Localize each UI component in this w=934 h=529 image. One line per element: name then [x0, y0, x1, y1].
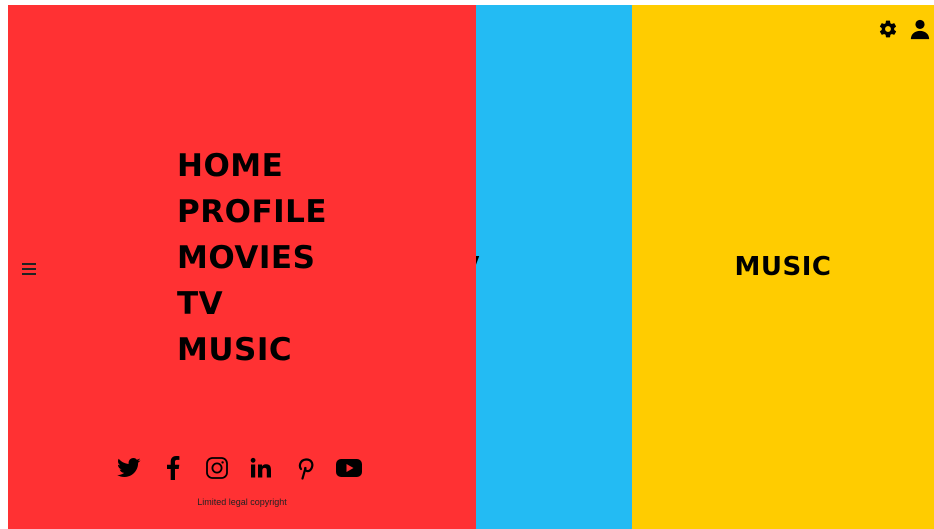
nav-item-profile[interactable]: PROFILE — [177, 189, 327, 235]
nav-menu: HOME PROFILE MOVIES TV MUSIC — [177, 143, 327, 373]
nav-item-tv[interactable]: TV — [177, 281, 327, 327]
hamburger-icon[interactable] — [22, 263, 38, 277]
app-stage: TV MUSIC HOME PROFILE MOVIES TV MUSIC — [8, 5, 934, 529]
user-icon[interactable] — [908, 17, 932, 41]
copyright-text: Limited legal copyright — [197, 497, 287, 507]
gear-icon[interactable] — [876, 17, 900, 41]
nav-item-music[interactable]: MUSIC — [177, 327, 327, 373]
twitter-icon[interactable] — [116, 455, 142, 481]
music-panel[interactable]: MUSIC — [632, 5, 934, 529]
social-links — [116, 453, 380, 483]
nav-item-home[interactable]: HOME — [177, 143, 327, 189]
music-panel-label: MUSIC — [734, 252, 832, 282]
menu-panel: HOME PROFILE MOVIES TV MUSIC Limited leg… — [8, 5, 476, 529]
header-icons — [868, 17, 932, 41]
instagram-icon[interactable] — [204, 455, 230, 481]
youtube-icon[interactable] — [336, 455, 362, 481]
pinterest-icon[interactable] — [292, 455, 318, 481]
nav-item-movies[interactable]: MOVIES — [177, 235, 327, 281]
linkedin-icon[interactable] — [248, 455, 274, 481]
facebook-icon[interactable] — [160, 455, 186, 481]
